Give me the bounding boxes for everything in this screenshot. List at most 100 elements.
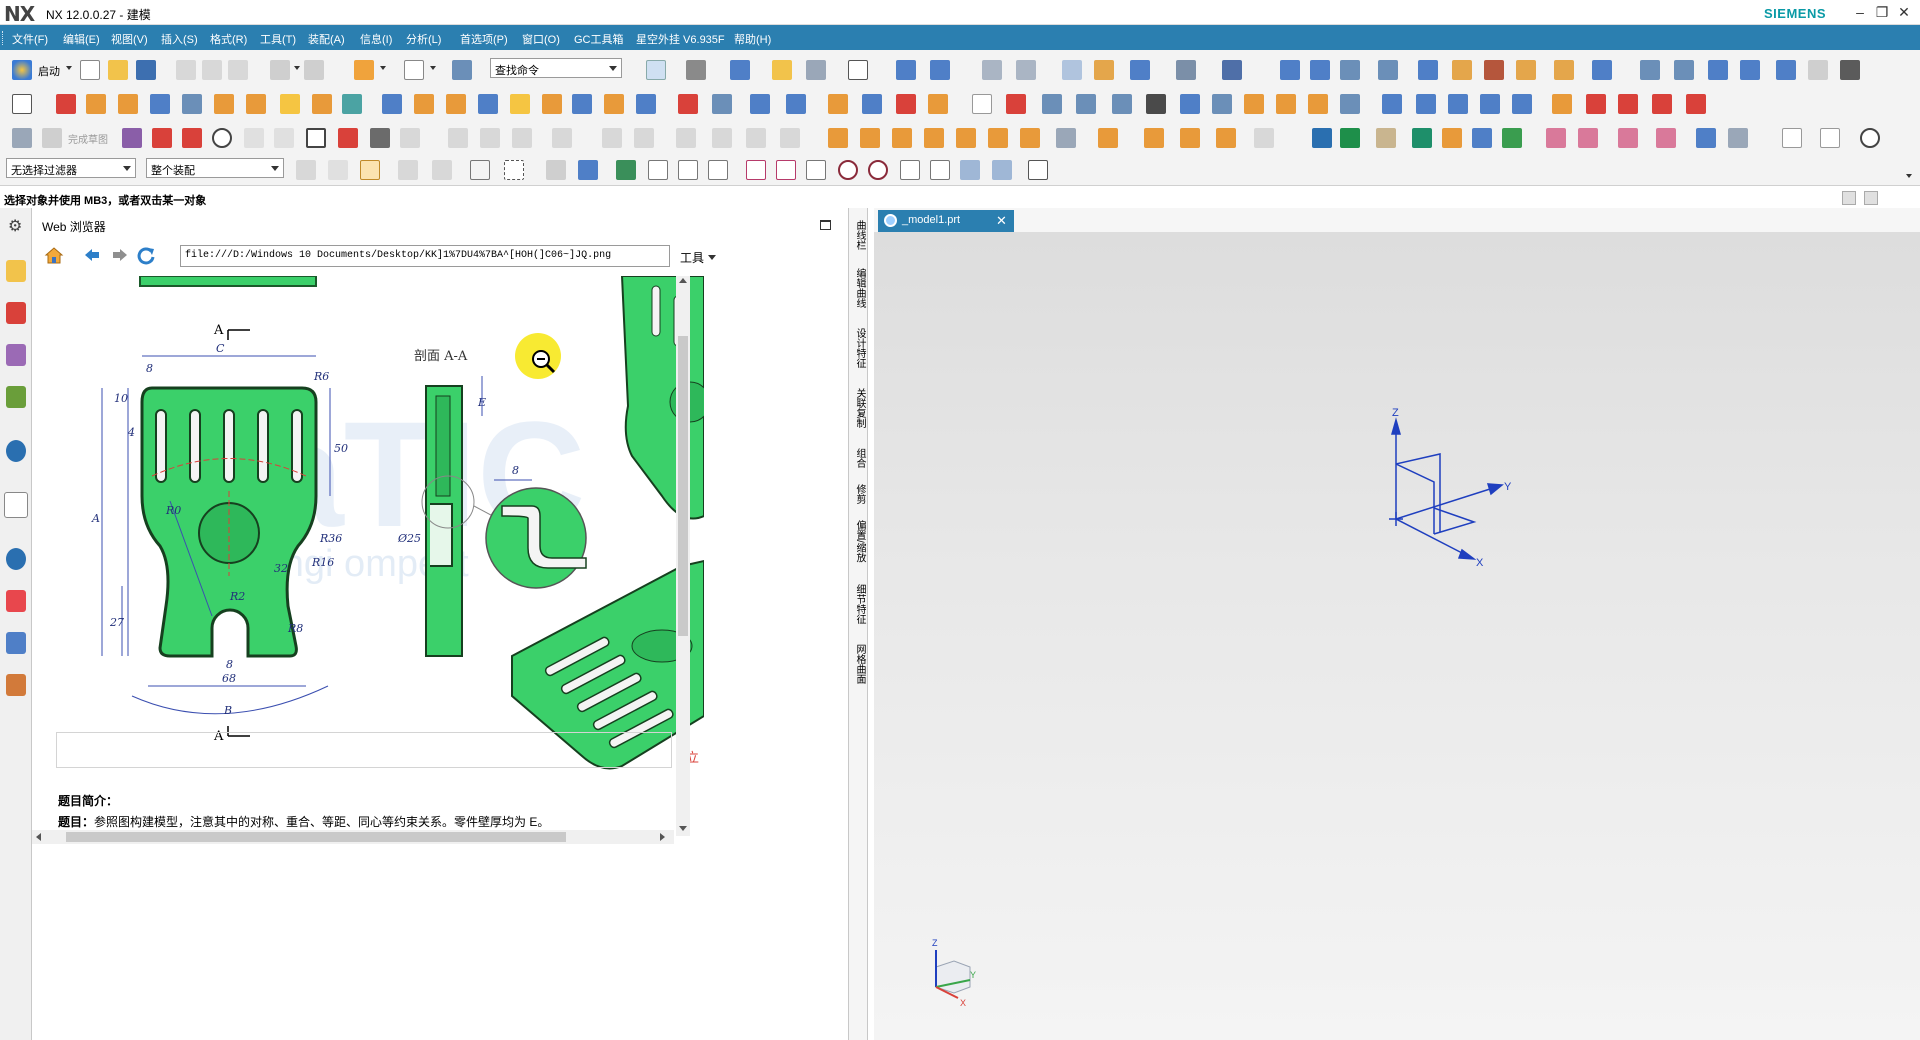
vertical-scrollbar[interactable] <box>676 276 690 836</box>
select-f-icon[interactable] <box>470 160 490 180</box>
restore-button[interactable]: ❐ <box>1872 3 1892 21</box>
resource-item-offset-scale[interactable]: 偏置/缩放 <box>852 520 867 563</box>
tool-f-icon[interactable] <box>1656 128 1676 148</box>
arc-icon[interactable] <box>1006 94 1026 114</box>
import-icon[interactable] <box>1312 128 1332 148</box>
extend-sheet-icon[interactable] <box>1552 94 1572 114</box>
layer-icon[interactable] <box>772 60 792 80</box>
sketch-circle-icon[interactable] <box>212 128 232 148</box>
datum-plane-icon[interactable] <box>636 94 656 114</box>
toolbox-j-icon[interactable] <box>1592 60 1612 80</box>
toolbar-overflow-icon[interactable] <box>1906 174 1912 178</box>
resource-item-mesh-surface[interactable]: 网格曲面 <box>852 644 867 684</box>
bridge-curve-icon[interactable] <box>1244 94 1264 114</box>
toolbox-a-icon[interactable] <box>1280 60 1300 80</box>
close-button[interactable]: ✕ <box>1894 3 1914 21</box>
back-arrow-icon[interactable] <box>84 248 100 262</box>
feature-h-icon[interactable] <box>1056 128 1076 148</box>
toolbox-p-icon[interactable] <box>1808 60 1828 80</box>
tool-h-icon[interactable] <box>1728 128 1748 148</box>
part-navigator-icon[interactable] <box>6 386 26 408</box>
text-icon[interactable] <box>1146 94 1166 114</box>
snap-a-icon[interactable] <box>616 160 636 180</box>
pattern-icon[interactable] <box>280 94 300 114</box>
book-icon[interactable] <box>1376 128 1396 148</box>
web-browser-icon[interactable] <box>4 492 28 518</box>
constraint-icon[interactable] <box>676 128 696 148</box>
rectangle-icon[interactable] <box>306 128 326 148</box>
subtract-icon[interactable] <box>342 94 362 114</box>
snap-k-icon[interactable] <box>992 160 1012 180</box>
toolbox-k-icon[interactable] <box>1640 60 1660 80</box>
select-e-icon[interactable] <box>432 160 452 180</box>
feature-f-icon[interactable] <box>988 128 1008 148</box>
line-icon[interactable] <box>972 94 992 114</box>
sketch-polyline-icon[interactable] <box>338 128 358 148</box>
cone-icon[interactable] <box>214 94 234 114</box>
fit-view-icon[interactable] <box>646 60 666 80</box>
horizontal-scrollbar-thumb[interactable] <box>66 832 566 842</box>
open-folder-icon[interactable] <box>108 60 128 80</box>
circle-icon[interactable] <box>1042 94 1062 114</box>
point-snap-icon[interactable] <box>1094 60 1114 80</box>
feature-e-icon[interactable] <box>956 128 976 148</box>
select-d-icon[interactable] <box>398 160 418 180</box>
sync-icon[interactable] <box>678 94 698 114</box>
snap-d-icon[interactable] <box>708 160 728 180</box>
graphics-window[interactable]: _model1.prt ✕ Z Y X Z Y X <box>874 208 1920 1040</box>
sketch-line-icon[interactable] <box>152 128 172 148</box>
menu-format[interactable]: 格式(R) <box>210 31 247 47</box>
shaded-cube-icon[interactable] <box>730 60 750 80</box>
finish-sketch-icon[interactable] <box>42 128 62 148</box>
save-icon[interactable] <box>136 60 156 80</box>
extrude-icon[interactable] <box>56 94 76 114</box>
menu-edit[interactable]: 编辑(E) <box>63 31 100 47</box>
sphere-icon[interactable] <box>246 94 266 114</box>
snap-c-icon[interactable] <box>678 160 698 180</box>
undo-icon[interactable] <box>270 60 290 80</box>
start-label[interactable]: 启动 <box>38 63 60 79</box>
make-corner-icon[interactable] <box>512 128 532 148</box>
toolbox-h-icon[interactable] <box>1516 60 1536 80</box>
vertical-scrollbar-thumb[interactable] <box>678 336 688 636</box>
draft-icon[interactable] <box>510 94 530 114</box>
touch-mode-icon[interactable] <box>354 60 374 80</box>
finish-sketch-label[interactable]: 完成草图 <box>68 131 108 146</box>
distance-icon[interactable] <box>1222 60 1242 80</box>
display-constraint-icon[interactable] <box>780 128 800 148</box>
toolbox-g-icon[interactable] <box>1484 60 1504 80</box>
menu-analysis[interactable]: 分析(L) <box>406 31 441 47</box>
history-icon[interactable] <box>6 548 26 570</box>
feature-c-icon[interactable] <box>892 128 912 148</box>
scroll-right-arrow-icon[interactable] <box>660 833 665 841</box>
tool-d-icon[interactable] <box>1578 128 1598 148</box>
snap-icon[interactable] <box>1062 60 1082 80</box>
command-finder-icon[interactable] <box>452 60 472 80</box>
forward-arrow-icon[interactable] <box>112 248 128 262</box>
close-tab-icon[interactable]: ✕ <box>996 213 1007 229</box>
quick-trim-icon[interactable] <box>448 128 468 148</box>
select-a-icon[interactable] <box>296 160 316 180</box>
process-studio-icon[interactable] <box>6 632 26 654</box>
toolbox-l-icon[interactable] <box>1674 60 1694 80</box>
toolbox-o-icon[interactable] <box>1776 60 1796 80</box>
3d-viewport[interactable]: Z Y X Z Y X <box>874 232 1920 1040</box>
snap-quadrant-icon[interactable] <box>868 160 888 180</box>
sketch-icon[interactable] <box>12 94 32 114</box>
layout-icon[interactable] <box>1412 128 1432 148</box>
block-icon[interactable] <box>150 94 170 114</box>
reuse-library-icon[interactable] <box>6 440 26 462</box>
system-materials-icon[interactable] <box>6 590 26 612</box>
assembly-scope-select[interactable]: 整个装配 <box>146 158 284 178</box>
snap-center-icon[interactable] <box>838 160 858 180</box>
view-layout-icon[interactable] <box>848 60 868 80</box>
mirror-curve-icon[interactable] <box>552 128 572 148</box>
select-g-icon[interactable] <box>546 160 566 180</box>
resource-item-combine[interactable]: 组合 <box>852 448 867 468</box>
minimize-button[interactable]: – <box>1850 3 1870 21</box>
offset-curve-icon[interactable] <box>1180 94 1200 114</box>
resource-item-design-feature[interactable]: 设计特征 <box>852 328 867 368</box>
menu-view[interactable]: 视图(V) <box>111 31 148 47</box>
wcs-icon[interactable] <box>896 60 916 80</box>
intersection-curve-icon[interactable] <box>1686 94 1706 114</box>
